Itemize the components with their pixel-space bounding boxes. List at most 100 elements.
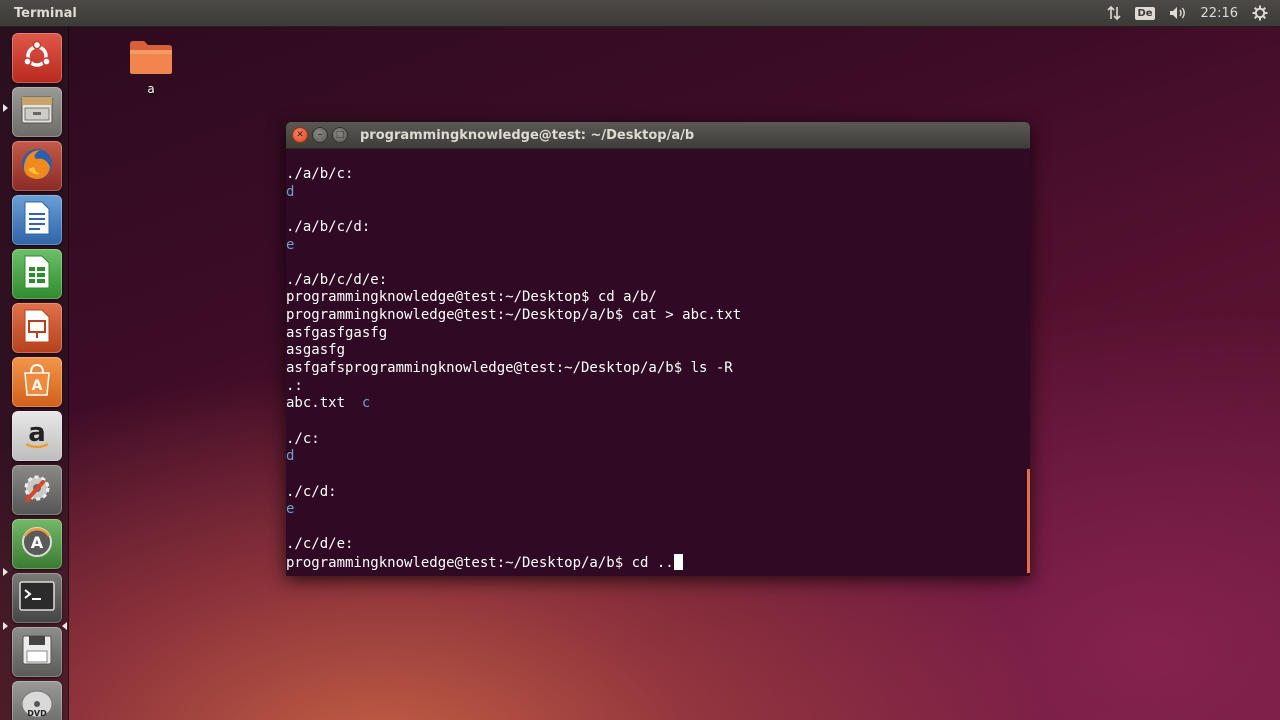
dvd-icon: DVD [19, 689, 55, 720]
firefox-icon [18, 145, 56, 187]
terminal-line-text: d [286, 448, 295, 465]
system-settings-button[interactable] [12, 465, 62, 515]
terminal-line-text: e [286, 501, 295, 518]
terminal-line: e [286, 501, 741, 519]
terminal-cursor [673, 554, 683, 571]
amazon-icon: a [20, 417, 54, 455]
terminal-button[interactable] [12, 573, 62, 623]
floppy-icon [21, 634, 53, 670]
writer-icon [22, 200, 52, 240]
network-updown-icon[interactable] [1107, 5, 1122, 21]
desktop-folder-label: a [147, 82, 155, 96]
dash-home-button[interactable] [12, 33, 62, 83]
settings-wrench-icon [19, 470, 55, 510]
terminal-line [286, 413, 741, 431]
directory-entry: c [361, 395, 371, 412]
terminal-line: ./a/b/c/d: [286, 219, 741, 237]
terminal-line: programmingknowledge@test:~/Desktop$ cd … [286, 289, 741, 307]
terminal-line [286, 466, 741, 484]
terminal-icon [19, 581, 55, 615]
file-cabinet-icon [19, 93, 55, 131]
close-icon: ✕ [296, 129, 304, 140]
calc-icon [22, 254, 52, 294]
terminal-line: ./a/b/c: [286, 166, 741, 184]
launcher: A a A DVD [0, 27, 69, 720]
terminal-line-text: e [286, 236, 295, 253]
terminal-line: programmingknowledge@test:~/Desktop/a/b$… [286, 307, 741, 325]
terminal-line-text: ./c: [286, 430, 320, 447]
terminal-line: asfgafsprogrammingknowledge@test:~/Deskt… [286, 360, 741, 378]
terminal-line-text [286, 519, 294, 535]
terminal-line: d [286, 184, 741, 202]
svg-text:DVD: DVD [27, 709, 47, 718]
terminal-line: ./a/b/c/d/e: [286, 272, 741, 290]
clock[interactable]: 22:16 [1201, 6, 1238, 21]
minimize-icon: – [317, 129, 323, 140]
libreoffice-calc-button[interactable] [12, 249, 62, 299]
running-indicator [3, 622, 8, 630]
firefox-button[interactable] [12, 141, 62, 191]
terminal-line-text: abc.txt [286, 395, 362, 412]
terminal-line-text: asgasfg [286, 342, 346, 359]
volume-icon[interactable] [1169, 6, 1187, 20]
terminal-line-text: .: [286, 377, 303, 394]
running-indicator [3, 104, 8, 112]
dvd-button[interactable]: DVD [12, 681, 62, 720]
maximize-icon: □ [335, 129, 345, 140]
terminal-line-text [286, 466, 294, 482]
keyboard-layout-indicator[interactable]: De [1135, 6, 1155, 20]
terminal-line-text [286, 413, 294, 429]
terminal-line-text: ./c/d: [286, 483, 337, 500]
terminal-window[interactable]: ✕ – □ programmingknowledge@test: ~/Deskt… [286, 122, 1030, 576]
svg-text:A: A [31, 533, 44, 552]
terminal-line: asfgasfgasfg [286, 325, 741, 343]
terminal-line: ./c: [286, 431, 741, 449]
terminal-output[interactable]: ./a/b/c: d ./a/b/c/d: e ./a/b/c/d/e: progra… [286, 149, 1030, 576]
libreoffice-writer-button[interactable] [12, 195, 62, 245]
terminal-line: d [286, 448, 741, 466]
terminal-titlebar[interactable]: ✕ – □ programmingknowledge@test: ~/Deskt… [286, 122, 1030, 149]
terminal-prompt-text: programmingknowledge@test:~/Desktop/a/b$… [286, 555, 674, 572]
terminal-line-text: ./a/b/c/d: [286, 218, 371, 235]
libreoffice-impress-button[interactable] [12, 303, 62, 353]
floppy-button[interactable] [12, 627, 62, 677]
updater-icon: A [19, 524, 55, 564]
terminal-window-title: programmingknowledge@test: ~/Desktop/a/b [360, 127, 695, 143]
terminal-line-text: asfgasfgasfg [286, 324, 388, 341]
focused-indicator [62, 622, 67, 630]
folder-icon [128, 41, 174, 80]
maximize-window-button[interactable]: □ [332, 127, 348, 143]
terminal-line-text: ./a/b/c: [286, 166, 354, 182]
terminal-line [286, 201, 741, 219]
software-updater-button[interactable]: A [12, 519, 62, 569]
terminal-line: ./c/d: [286, 484, 741, 502]
active-app-title: Terminal [14, 5, 77, 21]
terminal-line-text: ./a/b/c/d/e: [286, 271, 388, 288]
software-center-button[interactable]: A [12, 357, 62, 407]
files-button[interactable] [12, 87, 62, 137]
ubuntu-logo-icon [20, 39, 54, 77]
terminal-line: ./c/d/e: [286, 536, 741, 554]
amazon-button[interactable]: a [12, 411, 62, 461]
terminal-line: e [286, 237, 741, 255]
desktop-folder-a[interactable]: a [122, 38, 180, 96]
impress-icon [22, 308, 52, 348]
svg-text:a: a [28, 418, 46, 448]
terminal-line [286, 519, 741, 537]
minimize-window-button[interactable]: – [312, 127, 328, 143]
terminal-scroll-indicator[interactable] [1027, 469, 1030, 573]
desktop-screen: Terminal De 22:16 A a A DVD a ✕ – □ prog… [0, 0, 1280, 720]
shopping-bag-icon: A [20, 362, 54, 402]
terminal-prompt-line[interactable]: programmingknowledge@test:~/Desktop/a/b$… [286, 554, 741, 572]
terminal-line-text [286, 254, 294, 270]
gear-icon[interactable] [1252, 5, 1268, 21]
terminal-lines: ./a/b/c: d ./a/b/c/d: e ./a/b/c/d/e: progra… [286, 166, 741, 572]
terminal-line [286, 254, 741, 272]
terminal-line: .: [286, 378, 741, 396]
close-window-button[interactable]: ✕ [292, 127, 308, 143]
svg-text:A: A [32, 378, 43, 394]
running-indicator [3, 568, 8, 576]
top-panel: Terminal De 22:16 [0, 0, 1280, 27]
terminal-line-text: ./c/d/e: [286, 536, 354, 553]
terminal-line-text: asfgafsprogrammingknowledge@test:~/Deskt… [286, 360, 733, 377]
